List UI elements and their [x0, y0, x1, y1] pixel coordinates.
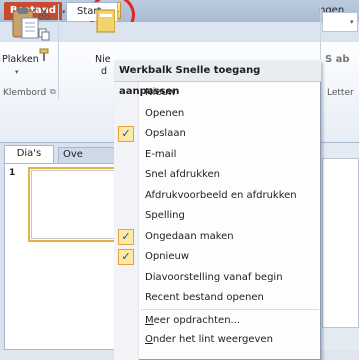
- new-slide-label-partial[interactable]: Nie: [95, 54, 111, 65]
- menu-item-label: Diavoorstelling vanaf begin: [145, 271, 283, 283]
- menu-item-label: Openen: [145, 107, 185, 119]
- menu-item-label: Opnieuw: [145, 251, 190, 262]
- menu-item-label: Opslaan: [145, 128, 186, 139]
- checkmark-icon: ✓: [118, 228, 134, 245]
- new-slide-label-partial-2[interactable]: d: [101, 66, 107, 77]
- menu-item-label: Onder het lint weergeven: [145, 334, 273, 345]
- checkmark-icon: ✓: [118, 249, 134, 265]
- menu-item-opslaan[interactable]: ✓ Opslaan: [115, 124, 320, 144]
- paste-button-label[interactable]: Plakken: [2, 54, 39, 65]
- tab-outline[interactable]: Ove: [58, 147, 118, 163]
- cut-icon[interactable]: [37, 6, 51, 20]
- menu-item-label: Nieuw: [145, 87, 176, 98]
- clipboard-group-label: Klembord: [3, 88, 47, 98]
- menu-item-label: Meer opdrachten...: [145, 315, 241, 326]
- menu-item-ongedaan-maken[interactable]: ✓ Ongedaan maken: [115, 227, 320, 247]
- copy-icon[interactable]: [37, 27, 51, 41]
- menu-item-spelling[interactable]: Spelling: [115, 206, 320, 226]
- menu-item-show-below-ribbon[interactable]: Onder het lint weergeven: [115, 330, 320, 350]
- strikethrough-button[interactable]: S ab: [325, 54, 350, 65]
- menu-item-label: Spelling: [145, 210, 185, 221]
- paste-dropdown-arrow[interactable]: ▾: [15, 68, 19, 76]
- new-slide-icon[interactable]: [95, 6, 115, 36]
- slide-thumbnail-content: [31, 170, 115, 239]
- menu-item-more-commands[interactable]: Meer opdrachten...: [115, 311, 320, 331]
- font-group-label: Letter: [327, 88, 354, 98]
- menu-item-recent-bestand-openen[interactable]: Recent bestand openen: [115, 288, 320, 308]
- format-painter-icon[interactable]: [37, 48, 51, 62]
- menu-item-label: Ongedaan maken: [145, 230, 234, 242]
- menu-item-label: Snel afdrukken: [145, 169, 220, 180]
- menu-item-nieuw[interactable]: Nieuw: [115, 83, 320, 103]
- ribbon-group-separator: [58, 4, 59, 100]
- undo-dropdown-arrow[interactable]: ▾: [62, 8, 66, 16]
- paste-icon[interactable]: [10, 6, 40, 40]
- menu-item-label: E-mail: [145, 148, 177, 160]
- tab-slides[interactable]: Dia's: [4, 145, 54, 163]
- menu-item-e-mail[interactable]: E-mail: [115, 145, 320, 165]
- clipboard-dialog-launcher-icon[interactable]: ⧉: [50, 87, 56, 97]
- menu-item-label: Recent bestand openen: [145, 292, 264, 303]
- menu-item-label: Afdrukvoorbeeld en afdrukken: [145, 189, 297, 201]
- checkmark-icon: ✓: [118, 126, 134, 142]
- font-name-dropdown-arrow[interactable]: ▾: [350, 18, 354, 26]
- slide-canvas[interactable]: [322, 158, 359, 328]
- menu-separator: [141, 309, 319, 310]
- menu-item-snel-afdrukken[interactable]: Snel afdrukken: [115, 165, 320, 185]
- menu-item-openen[interactable]: Openen: [115, 104, 320, 124]
- menu-header: Werkbalk Snelle toegang aanpassen: [114, 60, 321, 97]
- menu-item-afdrukvoorbeeld-en-afdrukken[interactable]: Afdrukvoorbeeld en afdrukken: [115, 186, 320, 206]
- menu-item-opnieuw[interactable]: ✓ Opnieuw: [115, 247, 320, 267]
- ribbon-tab-row: [0, 22, 359, 43]
- slide-number: 1: [9, 168, 16, 178]
- menu-item-diavoorstelling-vanaf-begin[interactable]: Diavoorstelling vanaf begin: [115, 268, 320, 288]
